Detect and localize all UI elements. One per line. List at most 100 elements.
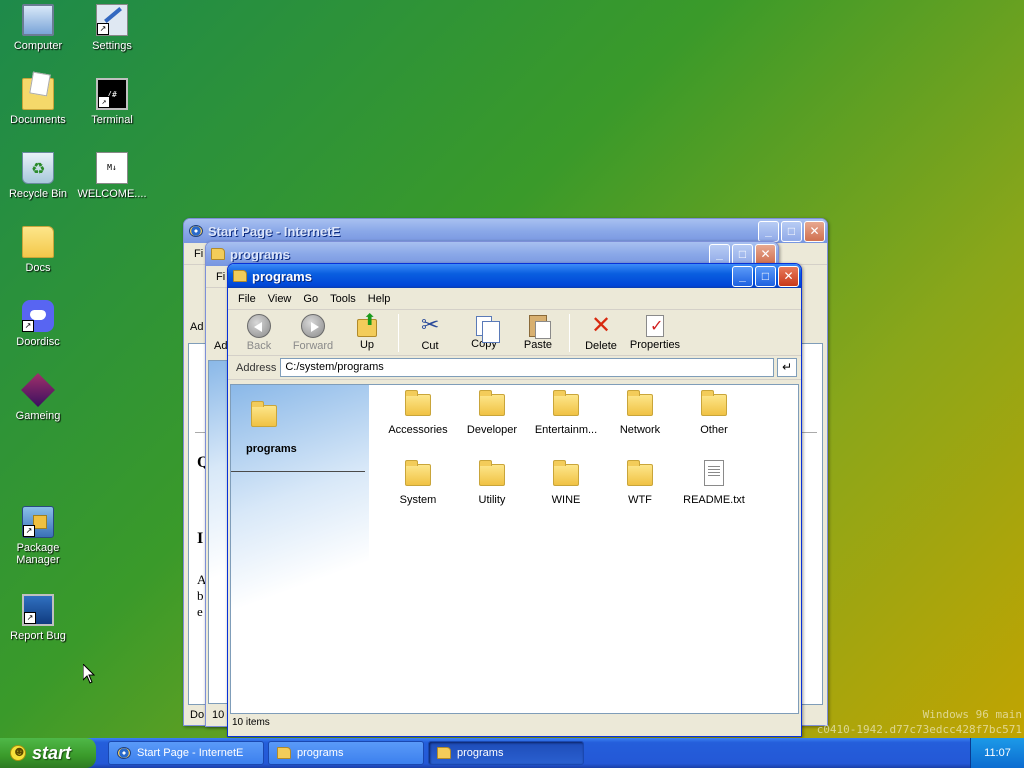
taskbar-item-label: Start Page - InternetE: [137, 747, 244, 759]
desktop-icon-label: Computer: [13, 40, 63, 52]
copy-button[interactable]: Copy: [457, 315, 511, 350]
file-name: Network: [619, 424, 661, 436]
desktop-icon-recycle-bin[interactable]: Recycle Bin: [1, 152, 75, 200]
menu-go[interactable]: Go: [297, 293, 324, 305]
window-title: Start Page - InternetE: [208, 223, 341, 239]
desktop-icon-label: Settings: [92, 40, 132, 52]
file-name: System: [399, 494, 437, 506]
folder-up-icon: [357, 310, 377, 337]
desktop-icon-package-manager[interactable]: Package Manager: [1, 506, 75, 566]
paste-button[interactable]: Paste: [511, 314, 565, 351]
toolbar-separator: [398, 313, 399, 352]
desktop-icon-doordisc[interactable]: Doordisc: [1, 300, 75, 348]
menu-file[interactable]: File: [232, 293, 262, 305]
file-item-wine[interactable]: WINE: [529, 460, 603, 530]
folder-icon: [251, 401, 277, 427]
forward-label: Forward: [292, 339, 334, 352]
start-label: start: [32, 742, 72, 763]
maximize-button[interactable]: □: [781, 220, 802, 242]
folder-icon: [22, 226, 54, 258]
folder-icon: [405, 460, 431, 486]
recycle-bin-icon: [22, 152, 54, 184]
file-view: programs Accessories Developer Entertain…: [230, 384, 799, 714]
file-item-readme[interactable]: README.txt: [677, 460, 751, 530]
file-item-network[interactable]: Network: [603, 390, 677, 460]
desktop-icon-label: Gameing: [15, 410, 61, 422]
desktop-icon-label: Documents: [10, 114, 66, 126]
start-button[interactable]: start: [0, 738, 96, 768]
side-panel-title: programs: [246, 443, 297, 455]
file-item-utility[interactable]: Utility: [455, 460, 529, 530]
cut-button[interactable]: Cut: [403, 312, 457, 352]
welcome-file-icon: M↓: [96, 152, 128, 184]
close-button[interactable]: ✕: [755, 243, 776, 265]
smiley-icon: [10, 743, 27, 761]
minimize-button[interactable]: _: [758, 220, 779, 242]
desktop-icon-label: WELCOME....: [77, 188, 147, 200]
file-name: Developer: [466, 424, 518, 436]
internet-explorer-icon: [189, 225, 203, 237]
taskbar-item-internet-explorer[interactable]: Start Page - InternetE: [108, 741, 264, 765]
maximize-button[interactable]: □: [755, 265, 776, 287]
desktop-icon-welcome[interactable]: M↓ WELCOME....: [75, 152, 149, 200]
doordisc-icon: [22, 300, 54, 332]
file-item-other[interactable]: Other: [677, 390, 751, 460]
file-name: Utility: [478, 494, 506, 506]
properties-label: Properties: [629, 338, 681, 351]
cut-label: Cut: [421, 339, 439, 352]
file-item-entertainment[interactable]: Entertainm...: [529, 390, 603, 460]
go-button[interactable]: ↵: [777, 358, 797, 377]
maximize-button[interactable]: □: [732, 243, 753, 265]
desktop-icon-settings[interactable]: Settings: [75, 4, 149, 52]
taskbar-item-programs-active[interactable]: programs: [428, 741, 584, 765]
address-input[interactable]: C:/system/programs: [280, 358, 774, 377]
delete-button[interactable]: Delete: [574, 311, 628, 352]
copy-icon: [476, 315, 500, 343]
folder-icon: [233, 270, 247, 282]
desktop-icon-computer[interactable]: Computer: [1, 4, 75, 52]
minimize-button[interactable]: _: [732, 265, 753, 287]
desktop-icon-docs[interactable]: Docs: [1, 226, 75, 274]
build-watermark-line1: Windows 96 main: [922, 708, 1022, 721]
desktop-icon-label: Recycle Bin: [8, 188, 68, 200]
folder-icon: [479, 390, 505, 416]
minimize-button[interactable]: _: [709, 243, 730, 265]
window-titlebar[interactable]: programs _ □ ✕: [228, 264, 801, 288]
file-item-accessories[interactable]: Accessories: [381, 390, 455, 460]
system-tray: 11:07: [970, 738, 1024, 768]
file-name: Other: [700, 424, 728, 436]
file-item-developer[interactable]: Developer: [455, 390, 529, 460]
desktop-icon-report-bug[interactable]: Report Bug: [1, 594, 75, 642]
desktop-icon-label: Doordisc: [16, 336, 60, 348]
forward-button[interactable]: Forward: [286, 313, 340, 352]
menu-tools[interactable]: Tools: [324, 293, 362, 305]
close-button[interactable]: ✕: [778, 265, 799, 287]
paste-label: Paste: [523, 338, 553, 351]
file-item-wtf[interactable]: WTF: [603, 460, 677, 530]
internet-explorer-icon: [117, 747, 131, 759]
close-button[interactable]: ✕: [804, 220, 825, 242]
up-button[interactable]: Up: [340, 310, 394, 351]
file-item-system[interactable]: System: [381, 460, 455, 530]
menu-help[interactable]: Help: [362, 293, 397, 305]
menu-view[interactable]: View: [262, 293, 298, 305]
folder-icon: [553, 390, 579, 416]
desktop-icon-terminal[interactable]: /# Terminal: [75, 78, 149, 126]
page-text-fragment: e: [197, 604, 203, 619]
taskbar-item-label: programs: [457, 747, 504, 759]
window-title: programs: [252, 268, 312, 284]
window-programs[interactable]: programs _ □ ✕ File View Go Tools Help B…: [227, 263, 802, 737]
clock[interactable]: 11:07: [984, 747, 1011, 759]
desktop-icon-gameing[interactable]: Gameing: [1, 373, 75, 422]
build-watermark-line2: c0410-1942.d77c73edcc428f7bc571: [816, 723, 1022, 736]
address-label: Address: [236, 361, 277, 374]
window-titlebar[interactable]: Start Page - InternetE _ □ ✕: [184, 219, 827, 243]
delete-x-icon: [589, 311, 613, 340]
back-button[interactable]: Back: [232, 313, 286, 352]
file-name: WINE: [551, 494, 581, 506]
computer-icon: [22, 4, 54, 36]
desktop-icon-documents[interactable]: Documents: [1, 78, 75, 126]
taskbar-item-programs[interactable]: programs: [268, 741, 424, 765]
properties-button[interactable]: Properties: [628, 314, 682, 351]
side-panel: programs: [231, 385, 369, 713]
